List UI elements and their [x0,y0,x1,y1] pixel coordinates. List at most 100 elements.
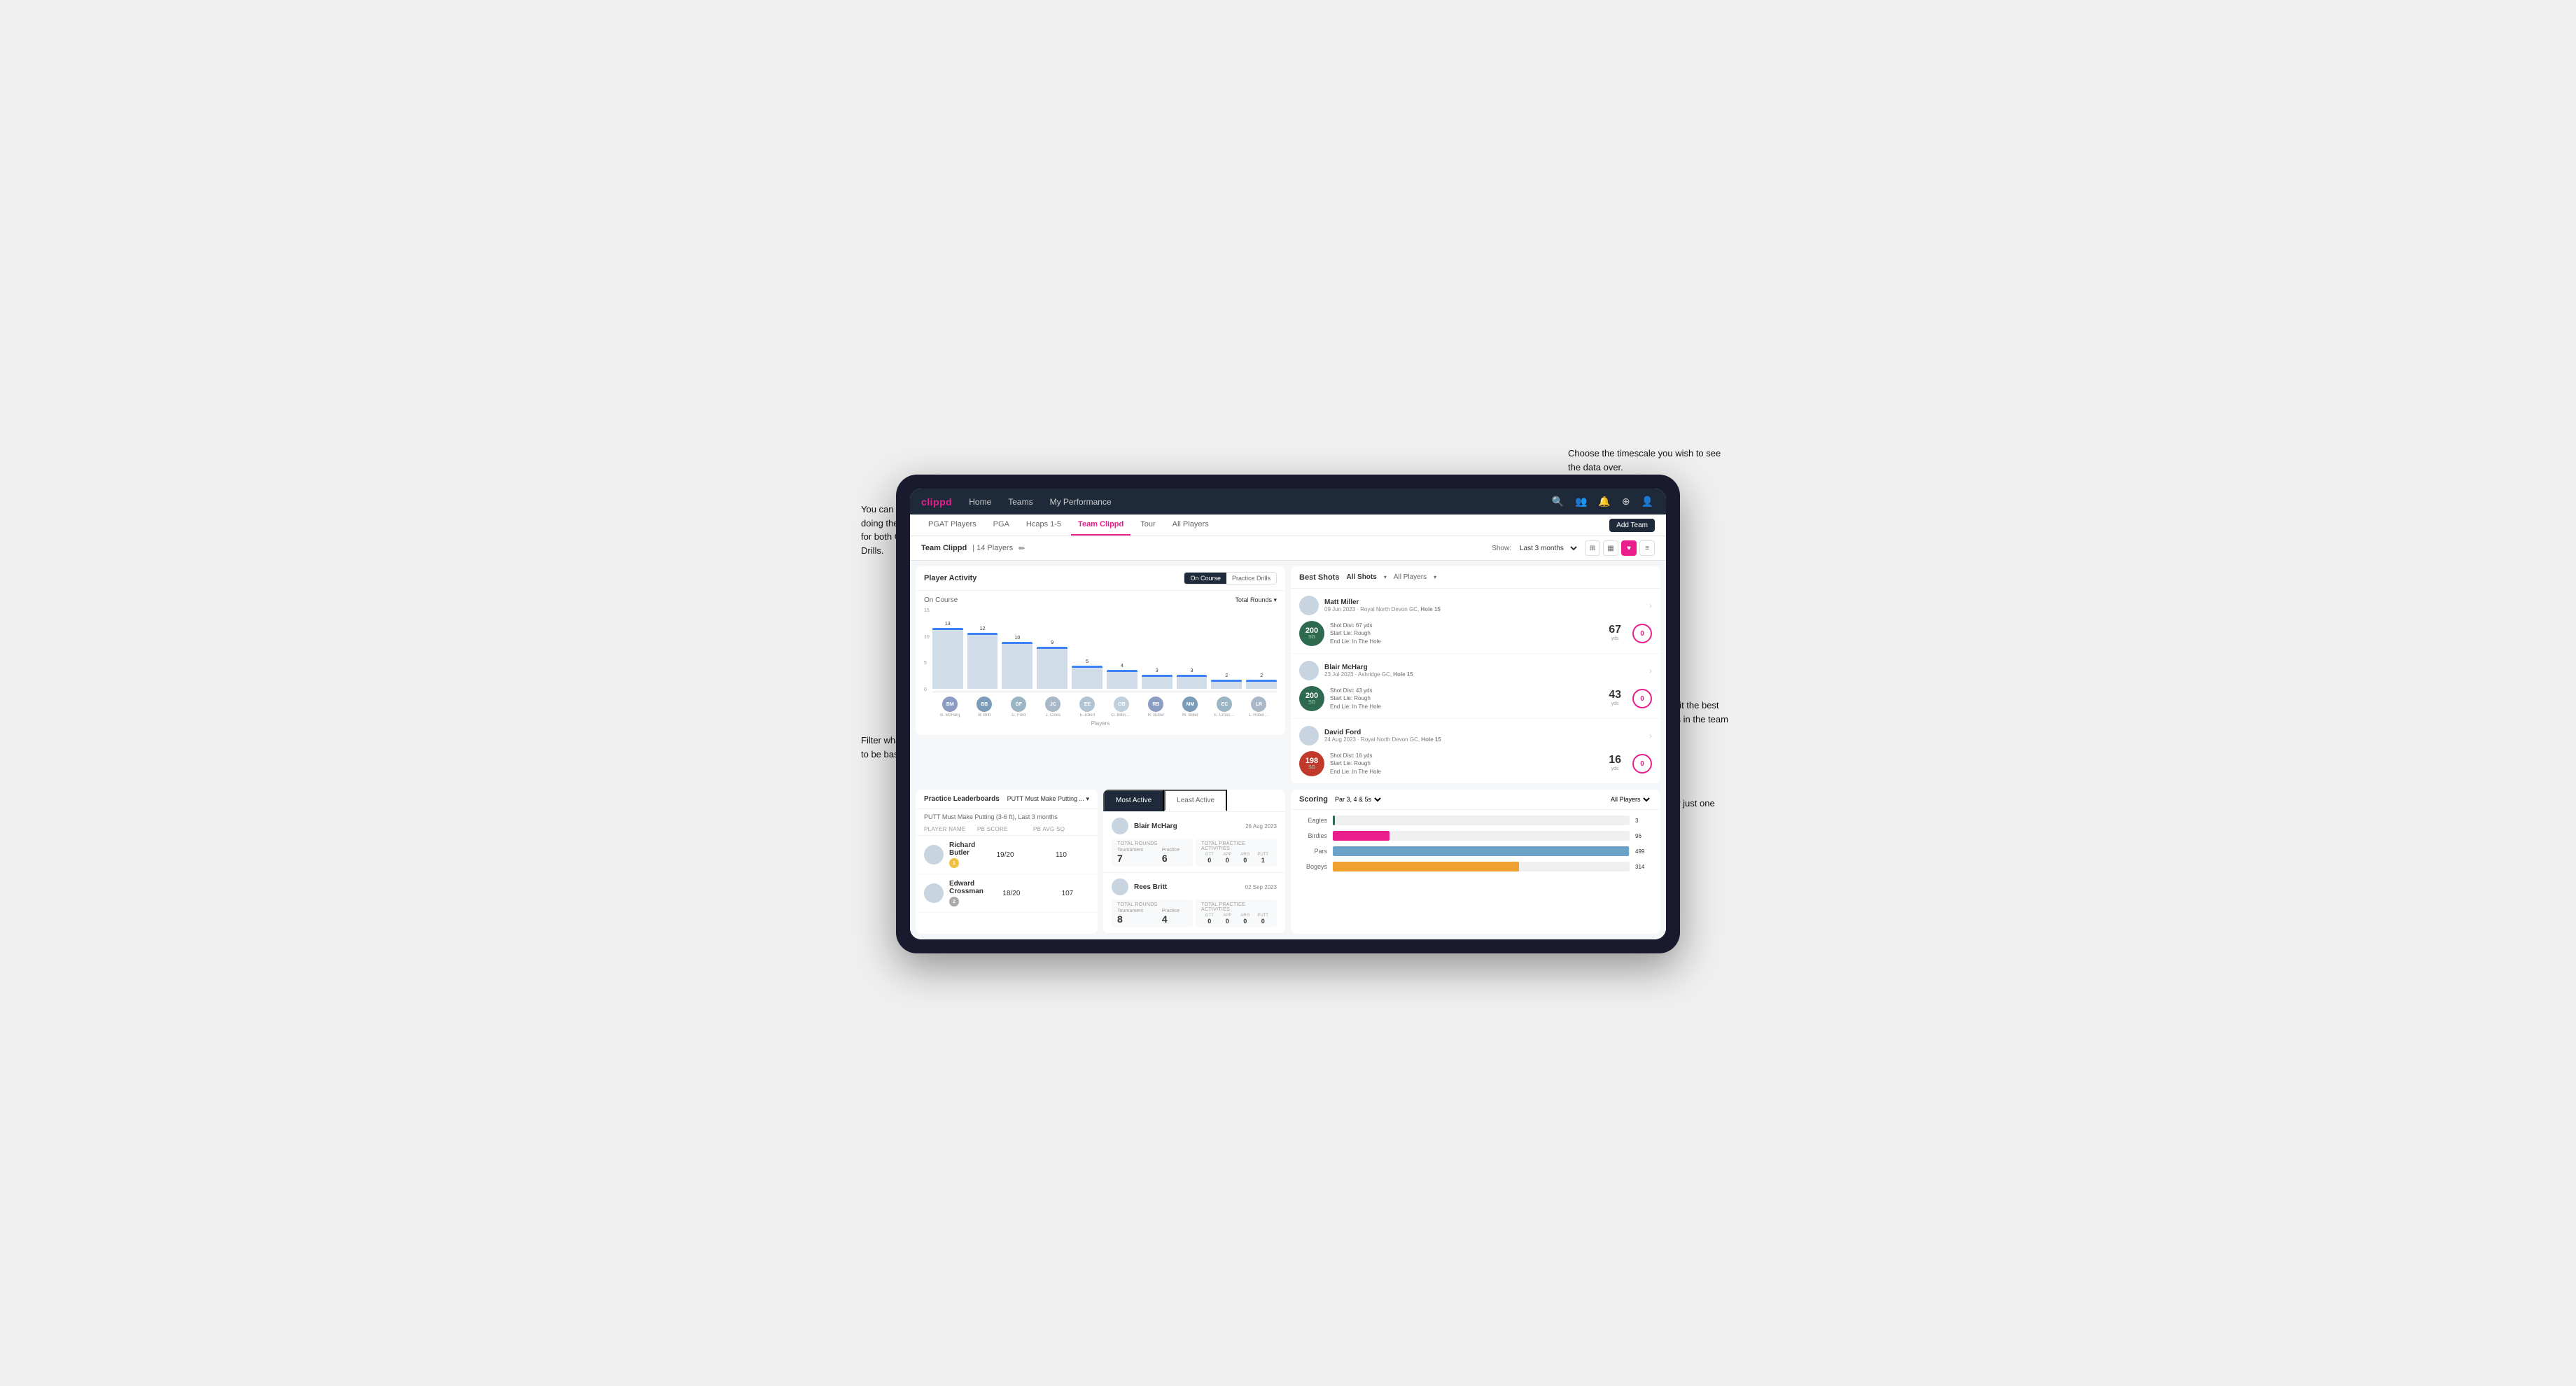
y-label-5: 5 [924,661,930,666]
bar-col-b.mcharg[interactable]: 13 [932,622,963,689]
sub-nav: PGAT Players PGA Hcaps 1-5 Team Clippd T… [910,514,1666,536]
scoring-par-select[interactable]: Par 3, 4 & 5s Par 3s Par 4s Par 5s [1332,795,1383,804]
nav-logo: clippd [921,496,952,507]
avatar-5: OB [1114,696,1129,712]
shot-card-header-2: David Ford 24 Aug 2023 · Royal North Dev… [1299,726,1652,746]
time-range-select[interactable]: Last 3 months Last 6 months Last 12 mont… [1517,544,1579,553]
bar-col-m.miller[interactable]: 3 [1177,668,1208,689]
scoring-row-birdies: Birdies 96 [1299,831,1652,841]
on-course-toggle[interactable]: On Course [1184,573,1226,584]
course-toggle-group: On Course Practice Drills [1184,572,1277,584]
shot-card-2[interactable]: David Ford 24 Aug 2023 · Royal North Dev… [1291,719,1660,784]
activity-card-1[interactable]: Rees Britt 02 Sep 2023 Total Rounds Tour… [1103,873,1285,934]
bar-chart-container: 13 12 10 9 5 4 3 3 [932,608,1277,718]
pac-date-1: 02 Sep 2023 [1245,884,1277,890]
activity-card-0[interactable]: Blair McHarg 26 Aug 2023 Total Rounds To… [1103,812,1285,873]
bar-value-4: 5 [1086,659,1088,664]
bar-col-b.britt[interactable]: 12 [967,626,998,689]
shot-card-0[interactable]: Matt Miller 09 Jun 2023 · Royal North De… [1291,589,1660,654]
edit-icon[interactable]: ✏ [1018,544,1025,553]
shot-details-2: 198 SG Shot Dist: 16 yds Start Lie: Roug… [1299,751,1652,776]
scoring-header: Scoring Par 3, 4 & 5s Par 3s Par 4s Par … [1291,790,1660,810]
lb-row-0[interactable]: Richard Butler 1 19/20 110 [916,836,1098,874]
bar-highlight-8 [1211,680,1242,682]
avatar-9: LR [1251,696,1266,712]
bar-highlight-6 [1142,675,1172,677]
bar-highlight-3 [1037,647,1068,649]
stat-zero-2: 0 [1632,754,1652,774]
tab-pgat-players[interactable]: PGAT Players [921,514,983,536]
lb-player-name-1: Edward Crossman [949,880,983,895]
bar-7 [1177,675,1208,689]
nav-item-performance[interactable]: My Performance [1047,496,1114,508]
shot-card-1[interactable]: Blair McHarg 23 Jul 2023 · Ashridge GC, … [1291,654,1660,719]
player-course-info-1: 23 Jul 2023 · Ashridge GC, Hole 15 [1324,671,1644,678]
scoring-label-0: Eagles [1299,817,1327,824]
y-label-0: 0 [924,687,930,692]
avatar-6: RB [1148,696,1163,712]
stat-num-2: 16 [1609,754,1621,766]
add-circle-icon-btn[interactable]: ⊕ [1620,494,1632,509]
bar-col-l.robertson[interactable]: 2 [1246,673,1277,689]
bar-col-o.billingham[interactable]: 4 [1107,664,1138,689]
lb-score-0: 19/20 [977,851,1033,859]
people-icon-btn[interactable]: 👥 [1574,494,1588,509]
add-team-button[interactable]: Add Team [1609,519,1655,532]
shot-badge-1: 200 SG [1299,686,1324,711]
player-avatars: BM B. McHarg BB B. Britt DF D. Ford JC J… [932,692,1277,718]
lb-row-1[interactable]: Edward Crossman 2 18/20 107 [916,874,1098,913]
bar-col-e.ebert[interactable]: 5 [1072,659,1102,689]
total-rounds-dropdown[interactable]: Total Rounds ▾ [1235,596,1277,604]
tab-pga[interactable]: PGA [986,514,1016,536]
shots-tab-all-shots[interactable]: All Shots [1343,572,1379,582]
player-name-9: L. Robertson [1248,713,1269,718]
scoring-bar-value-2: 499 [1635,848,1652,855]
tab-all-players[interactable]: All Players [1166,514,1216,536]
pac-avatar-1 [1112,878,1128,895]
bar-6 [1142,675,1172,689]
bar-col-j.coles[interactable]: 9 [1037,640,1068,689]
practice-header: Practice Leaderboards PUTT Must Make Put… [916,790,1098,809]
practice-dropdown-btn[interactable]: PUTT Must Make Putting ... ▾ [1007,795,1089,803]
grid-view-btn[interactable]: ⊞ [1585,540,1600,556]
bar-col-d.ford[interactable]: 10 [1002,636,1032,689]
leaderboard-column-headers: PLAYER NAME PB SCORE PB AVG SQ [916,823,1098,836]
nav-item-teams[interactable]: Teams [1005,496,1035,508]
bar-value-9: 2 [1260,673,1263,678]
tab-tour[interactable]: Tour [1133,514,1162,536]
bar-highlight-4 [1072,666,1102,668]
grid-alt-view-btn[interactable]: ▦ [1603,540,1618,556]
page-wrapper: Choose the timescale you wish to see the… [868,433,1708,953]
chevron-right-icon-1: › [1649,666,1652,676]
nav-items: Home Teams My Performance [966,496,1536,508]
bar-4 [1072,666,1102,689]
person-icon-btn[interactable]: 👤 [1640,494,1655,509]
bar-col-r.butler[interactable]: 3 [1142,668,1172,689]
tab-team-clippd[interactable]: Team Clippd [1071,514,1130,536]
top-nav: clippd Home Teams My Performance 🔍 👥 🔔 ⊕… [910,489,1666,514]
best-shots-header: Best Shots All Shots ▾ All Players ▾ [1291,566,1660,589]
bell-icon-btn[interactable]: 🔔 [1597,494,1611,509]
scoring-players-select[interactable]: All Players [1608,795,1652,804]
least-active-tab[interactable]: Least Active [1164,790,1227,811]
list-view-btn[interactable]: ≡ [1639,540,1655,556]
pac-tournament-0: Tournament 7 [1117,848,1151,864]
scoring-label-2: Pars [1299,848,1327,855]
shots-tab-players[interactable]: All Players [1391,572,1429,582]
avatar-4: EE [1079,696,1095,712]
pac-avatar-0 [1112,818,1128,834]
heart-view-btn[interactable]: ♥ [1621,540,1637,556]
tab-hcaps[interactable]: Hcaps 1-5 [1019,514,1068,536]
nav-item-home[interactable]: Home [966,496,994,508]
pac-rounds-section-0: Total Rounds Tournament 7 Practice 6 [1112,839,1193,867]
players-dropdown-arrow: ▾ [1434,574,1436,580]
lb-avatar-1 [924,883,944,903]
player-name-6: R. Butler [1148,713,1164,718]
team-name: Team Clippd [921,544,967,552]
bar-col-e.crossman[interactable]: 2 [1211,673,1242,689]
practice-drills-toggle[interactable]: Practice Drills [1226,573,1276,584]
lb-rank-badge-1: 2 [949,897,959,906]
most-active-tab[interactable]: Most Active [1103,790,1164,811]
tablet-frame: clippd Home Teams My Performance 🔍 👥 🔔 ⊕… [896,475,1680,953]
search-icon-btn[interactable]: 🔍 [1550,494,1565,509]
